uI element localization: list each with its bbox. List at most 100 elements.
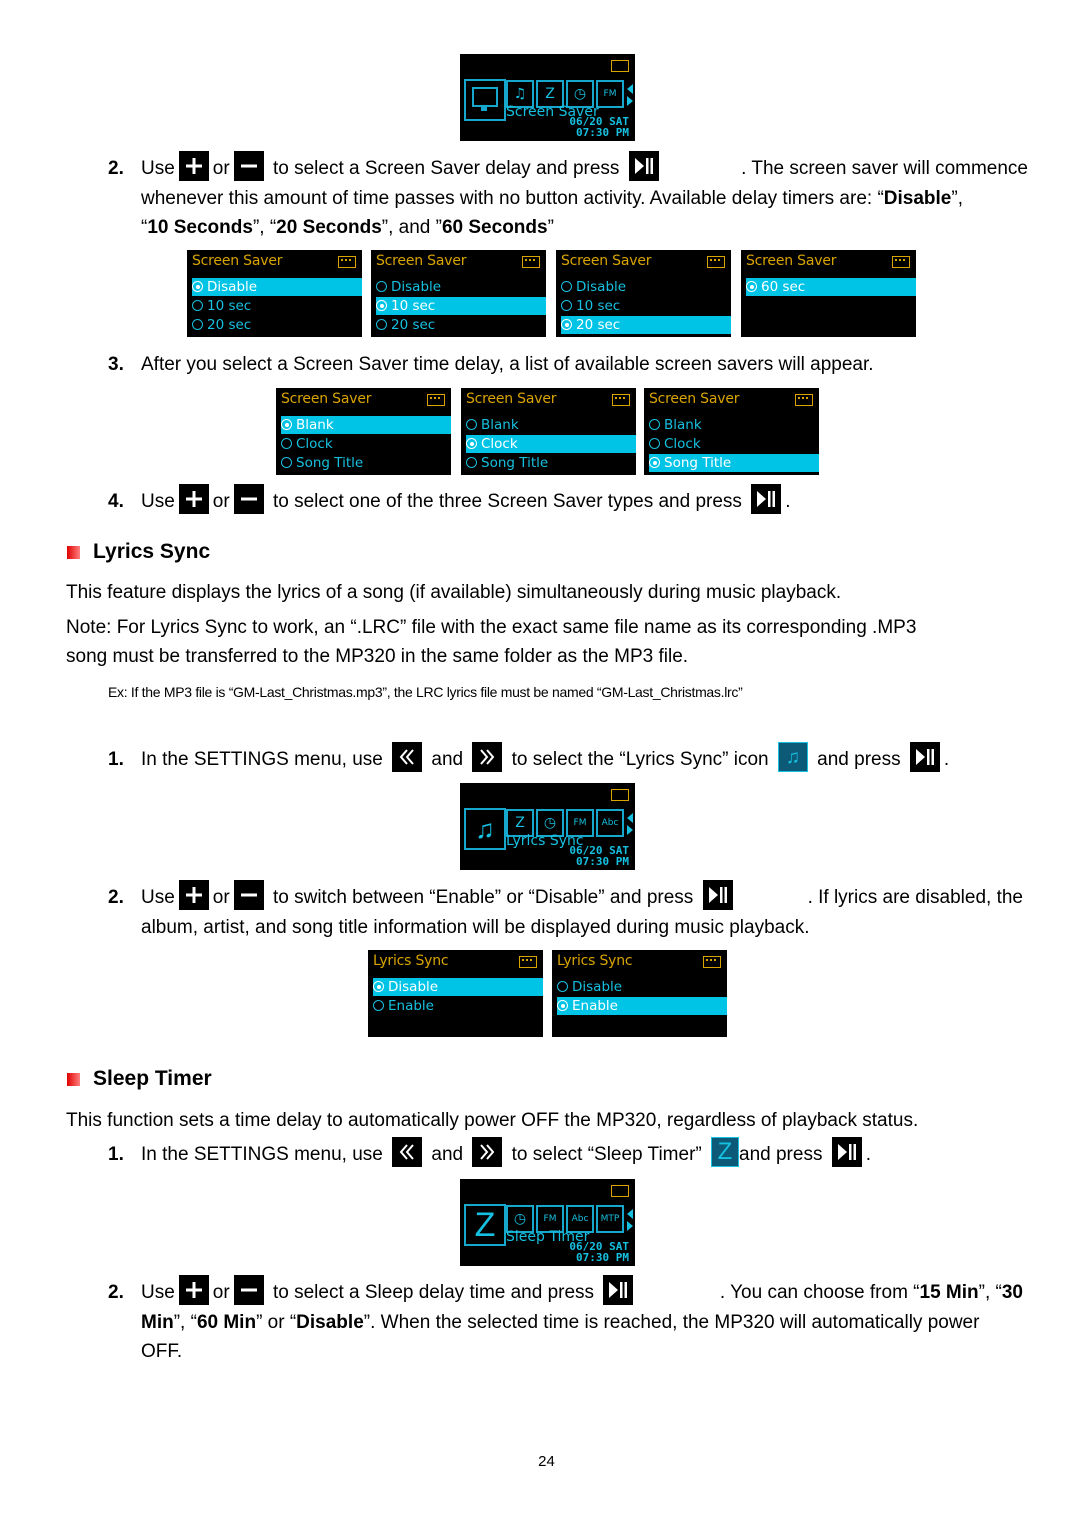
radio-icon: [281, 457, 292, 468]
device-menu-screen: Screen Saver Disable 10 sec 20 sec: [187, 250, 362, 337]
menu-title: Screen Saver: [281, 391, 372, 407]
menu-option: 20 sec: [561, 316, 731, 334]
lyrics-step-2: 2. Use or to switch between “Enable” or “D…: [108, 880, 1023, 942]
menu-option-label: Disable: [391, 279, 442, 295]
menu-option-label: Disable: [388, 979, 439, 995]
menu-title: Screen Saver: [376, 253, 467, 269]
radio-icon: [466, 438, 477, 449]
radio-icon: [373, 981, 384, 992]
minus-key-icon: [233, 151, 264, 181]
radio-icon: [561, 319, 572, 330]
radio-icon: [561, 281, 572, 292]
radio-icon: [376, 319, 387, 330]
menu-option: Disable: [192, 278, 362, 296]
radio-icon: [649, 438, 660, 449]
menu-option: Blank: [649, 416, 819, 434]
device-menu-screen: Screen Saver Disable 10 sec 20 sec: [371, 250, 546, 337]
lyrics-step-1: 1. In the SETTINGS menu, use and to selec…: [108, 742, 949, 775]
play-pause-key-icon: [909, 742, 940, 772]
radio-icon: [466, 457, 477, 468]
menu-option-label: Disable: [576, 279, 627, 295]
menu-option-label: 20 sec: [207, 317, 252, 333]
radio-icon: [557, 1000, 568, 1011]
plus-key-icon: [178, 880, 209, 910]
lyrics-icon: ♫: [464, 808, 506, 850]
page-number: 24: [538, 1453, 555, 1470]
menu-title: Screen Saver: [561, 253, 652, 269]
play-pause-key-icon: [831, 1137, 862, 1167]
menu-option-label: Disable: [207, 279, 258, 295]
menu-title: Lyrics Sync: [557, 953, 633, 969]
step-2-screen-saver: 2. Use or to select a Screen Saver delay a…: [108, 151, 1028, 242]
menu-option: 10 sec: [376, 297, 546, 315]
radio-icon: [373, 1000, 384, 1011]
menu-option-label: Blank: [664, 417, 702, 433]
menu-option-label: Blank: [481, 417, 519, 433]
menu-option: Clock: [281, 435, 451, 453]
menu-option-label: Clock: [296, 436, 333, 452]
sleep-description: This function sets a time delay to autom…: [66, 1110, 919, 1131]
menu-option-label: Song Title: [296, 455, 364, 471]
radio-icon: [192, 281, 203, 292]
menu-option-label: 20 sec: [576, 317, 621, 333]
menu-title: Screen Saver: [649, 391, 740, 407]
play-pause-key-icon: [603, 1275, 634, 1305]
device-datetime: 06/20 SAT 07:30 PM: [569, 1240, 629, 1264]
battery-icon: [707, 256, 725, 268]
lyrics-sync-icon: ♫: [777, 742, 808, 772]
menu-option-label: 10 sec: [576, 298, 621, 314]
menu-option: Blank: [281, 416, 451, 434]
menu-option-label: 10 sec: [207, 298, 252, 314]
menu-option: Song Title: [281, 454, 451, 472]
minus-key-icon: [233, 880, 264, 910]
section-bullet-icon: [67, 546, 80, 559]
plus-key-icon: [178, 484, 209, 514]
menu-option-label: Enable: [388, 998, 434, 1014]
battery-icon: [611, 1185, 629, 1197]
menu-option: 20 sec: [192, 316, 362, 334]
previous-key-icon: [392, 742, 423, 772]
sleep-step-1: 1. In the SETTINGS menu, use and to selec…: [108, 1137, 872, 1167]
menu-option-label: Clock: [481, 436, 518, 452]
menu-option: 20 sec: [376, 316, 546, 334]
radio-icon: [376, 281, 387, 292]
section-bullet-icon: [67, 1073, 80, 1086]
arrow-left-icon: [627, 813, 633, 823]
section-heading-lyrics-sync: Lyrics Sync: [93, 540, 211, 563]
sleep-step-2: 2. Use or to select a Sleep delay time and…: [108, 1275, 1023, 1366]
battery-icon: [611, 789, 629, 801]
battery-icon: [612, 394, 630, 406]
device-menu-screen: Lyrics Sync Disable Enable: [552, 950, 727, 1037]
radio-icon: [281, 438, 292, 449]
minus-key-icon: [233, 1275, 264, 1305]
lyrics-note: Note: For Lyrics Sync to work, an “.LRC”…: [66, 617, 917, 667]
radio-icon: [557, 981, 568, 992]
menu-option: Song Title: [649, 454, 819, 472]
menu-title: Screen Saver: [192, 253, 283, 269]
play-pause-key-icon: [628, 151, 659, 181]
menu-option-label: Blank: [296, 417, 334, 433]
previous-key-icon: [392, 1137, 423, 1167]
abc-icon: Abc: [596, 809, 624, 837]
menu-option: Disable: [373, 978, 543, 996]
battery-icon: [795, 394, 813, 406]
device-menu-screen: Screen Saver Blank Clock Song Title: [461, 388, 636, 475]
battery-icon: [427, 394, 445, 406]
menu-option: Disable: [376, 278, 546, 296]
device-screen-screen-saver: ♫ Z ◷ FM Screen Saver 06/20 SAT 07:30 PM: [460, 54, 635, 141]
device-menu-screen: Screen Saver 60 sec: [741, 250, 916, 337]
plus-key-icon: [178, 1275, 209, 1305]
radio-icon: [746, 281, 757, 292]
menu-option: Song Title: [466, 454, 636, 472]
menu-option: Clock: [466, 435, 636, 453]
play-pause-key-icon: [702, 880, 733, 910]
menu-option-label: Disable: [572, 979, 623, 995]
mtp-icon: MTP: [596, 1205, 624, 1233]
battery-icon: [611, 60, 629, 72]
radio-icon: [192, 300, 203, 311]
arrow-left-icon: [627, 84, 633, 94]
radio-icon: [649, 457, 660, 468]
device-datetime: 06/20 SAT 07:30 PM: [569, 115, 629, 139]
device-menu-screen: Screen Saver Disable 10 sec 20 sec: [556, 250, 731, 337]
radio-icon: [281, 419, 292, 430]
